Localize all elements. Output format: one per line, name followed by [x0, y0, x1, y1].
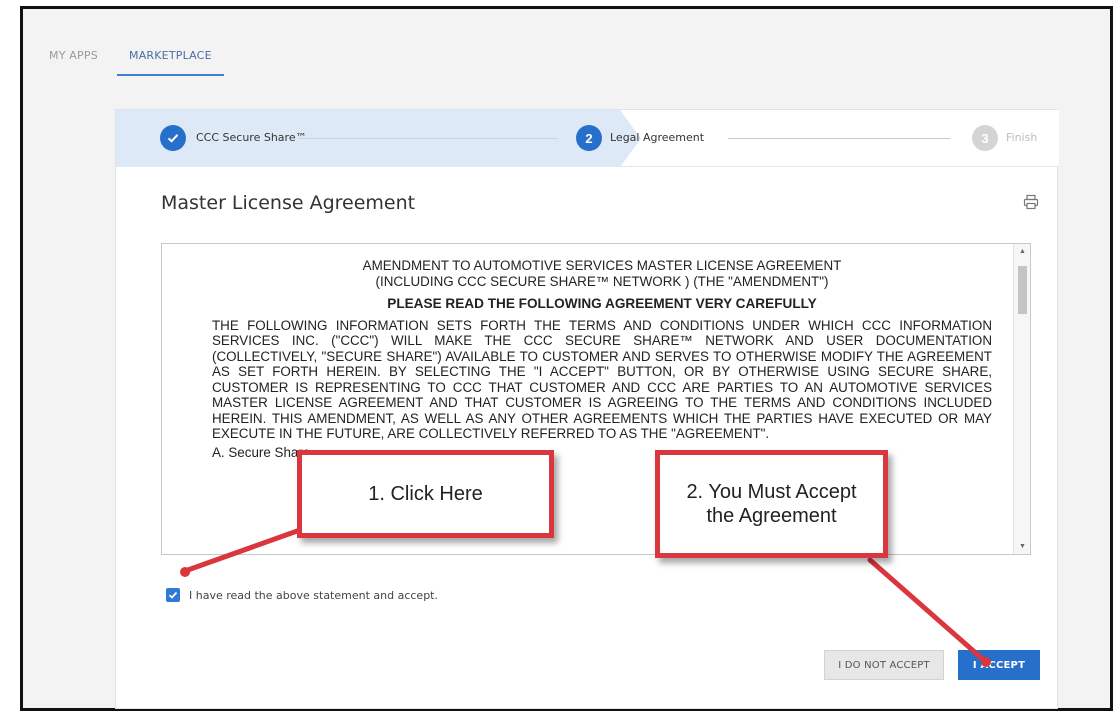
step-connector: [298, 138, 558, 139]
step-2-label: Legal Agreement: [610, 131, 705, 144]
agreement-text-box[interactable]: AMENDMENT TO AUTOMOTIVE SERVICES MASTER …: [161, 243, 1031, 555]
callout-1-text: 1. Click Here: [368, 483, 483, 505]
callout-must-accept: 2. You Must Accept the Agreement: [655, 450, 888, 558]
callout-2-text-line-2: the Agreement: [706, 505, 837, 527]
print-icon[interactable]: [1023, 194, 1039, 210]
callout-click-here: 1. Click Here: [297, 450, 554, 538]
step-3-label: Finish: [1006, 131, 1038, 144]
scroll-up-icon[interactable]: ▲: [1014, 244, 1030, 259]
step-1-label: CCC Secure Share™: [196, 131, 307, 144]
step-1-check-icon: [160, 125, 186, 151]
consent-label[interactable]: I have read the above statement and acce…: [189, 589, 438, 602]
top-navigation: MY APPS MARKETPLACE: [23, 9, 1110, 81]
step-2-badge: 2: [576, 125, 602, 151]
accept-button[interactable]: I ACCEPT: [958, 650, 1040, 680]
agreement-heading-line-1: AMENDMENT TO AUTOMOTIVE SERVICES MASTER …: [362, 258, 842, 273]
progress-stepper: CCC Secure Share™ 2 Legal Agreement 3 Fi…: [116, 110, 1059, 167]
consent-row: I have read the above statement and acce…: [166, 588, 438, 602]
page-title: Master License Agreement: [161, 192, 416, 214]
scrollbar-thumb[interactable]: [1018, 266, 1027, 314]
agreement-heading-line-2: (INCLUDING CCC SECURE SHARE™ NETWORK ) (…: [375, 273, 829, 289]
app-install-card: CCC Secure Share™ 2 Legal Agreement 3 Fi…: [115, 109, 1059, 709]
step-connector: [728, 138, 950, 139]
scroll-down-icon[interactable]: ▼: [1014, 539, 1030, 554]
agreement-content: AMENDMENT TO AUTOMOTIVE SERVICES MASTER …: [212, 258, 992, 460]
tab-marketplace[interactable]: MARKETPLACE: [117, 49, 224, 76]
step-3-badge: 3: [972, 125, 998, 151]
decline-button[interactable]: I DO NOT ACCEPT: [824, 650, 944, 680]
check-icon: [168, 591, 178, 599]
agreement-notice: PLEASE READ THE FOLLOWING AGREEMENT VERY…: [387, 296, 817, 311]
app-window: MY APPS MARKETPLACE CCC Secure Share™ 2 …: [20, 6, 1113, 711]
callout-2-text-line-1: 2. You Must Accept: [686, 481, 857, 503]
agreement-body: THE FOLLOWING INFORMATION SETS FORTH THE…: [212, 317, 992, 442]
tab-my-apps[interactable]: MY APPS: [49, 49, 98, 62]
agreement-scrollbar[interactable]: ▲ ▼: [1013, 244, 1030, 554]
consent-checkbox[interactable]: [166, 588, 180, 602]
